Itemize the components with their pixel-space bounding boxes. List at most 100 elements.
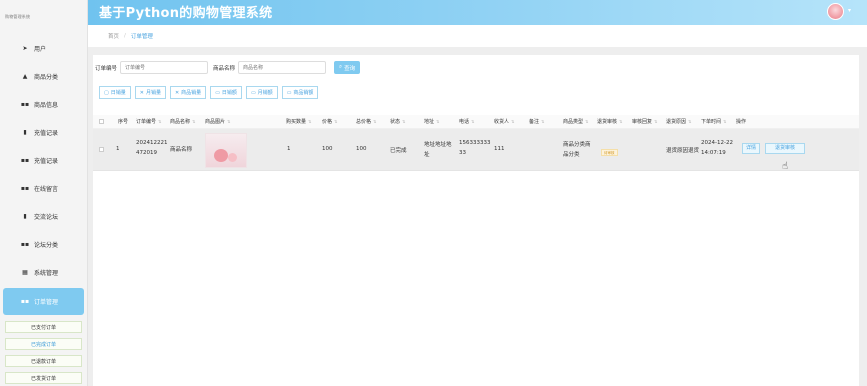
- product-name-input[interactable]: [238, 61, 327, 74]
- sidebar-item-label: 在线留言: [34, 185, 59, 193]
- sidebar-item-system[interactable]: ▦ 系统管理: [0, 258, 87, 286]
- col-quantity[interactable]: 购买数量 ⇅: [286, 115, 311, 129]
- col-product-type[interactable]: 商品类型 ⇅: [563, 115, 588, 129]
- product-sales-button[interactable]: ✕ 商品销量: [169, 86, 207, 99]
- button-label: 月销量: [145, 90, 161, 96]
- submenu-paid-orders[interactable]: 已支付订单: [5, 321, 82, 333]
- sidebar-item-product-category[interactable]: ▲ 商品分类: [0, 62, 87, 90]
- detail-button[interactable]: 详情: [742, 143, 760, 154]
- breadcrumb-current: 订单管理: [130, 34, 153, 40]
- col-status[interactable]: 状态 ⇅: [390, 115, 405, 129]
- button-label: 日销量: [110, 90, 126, 96]
- daily-sales-button[interactable]: ▢ 日销量: [99, 86, 131, 99]
- sidebar-item-forum[interactable]: ▮ 交流论坛: [0, 202, 87, 230]
- col-price[interactable]: 价格 ⇅: [322, 115, 337, 129]
- search-icon: ⌕: [339, 64, 343, 70]
- chevron-down-icon[interactable]: ▾: [848, 7, 851, 14]
- chart-icon: ✕: [174, 89, 180, 96]
- product-revenue-button[interactable]: ▭ 商品销额: [281, 86, 319, 99]
- product-image[interactable]: [205, 133, 247, 168]
- select-all-checkbox[interactable]: [99, 119, 104, 124]
- sidebar-item-label: 商品分类: [34, 73, 59, 81]
- col-label: 商品类型: [563, 119, 584, 125]
- product-image-shape: [228, 153, 237, 162]
- sort-icon: ⇅: [541, 119, 545, 124]
- sidebar-item-label: 商品信息: [34, 101, 59, 109]
- col-return-reason[interactable]: 退货原因 ⇅: [666, 115, 691, 129]
- col-label: 退货审核: [597, 119, 618, 125]
- return-review-button[interactable]: 退货审核: [765, 143, 805, 154]
- sidebar-item-label: 充值记录: [34, 157, 59, 165]
- brand-label: 购物管理系统: [5, 14, 31, 19]
- cell-price: 100: [322, 146, 333, 152]
- statistics-buttons: ▢ 日销量 ✕ 月销量 ✕ 商品销量 ▭ 日销额 ▭ 月销额 ▭ 商品销额: [99, 86, 322, 99]
- monthly-sales-button[interactable]: ✕ 月销量: [134, 86, 166, 99]
- col-phone[interactable]: 电话 ⇅: [459, 115, 474, 129]
- col-label: 退货原因: [666, 119, 687, 125]
- sidebar-item-recharge-records[interactable]: ▮ 充值记录: [0, 118, 87, 146]
- sidebar-item-messages[interactable]: ▪▪ 在线留言: [0, 174, 87, 202]
- query-button[interactable]: ⌕ 查询: [334, 61, 361, 74]
- doc-icon: ▮: [23, 212, 27, 220]
- col-label: 审核回复: [632, 119, 653, 125]
- chart-icon: ✕: [139, 89, 144, 96]
- breadcrumb-separator: /: [124, 33, 126, 39]
- col-product-name[interactable]: 商品名称 ⇅: [170, 115, 195, 129]
- submenu-refunded-orders[interactable]: 已退款订单: [5, 355, 82, 367]
- sidebar-item-recharge-records-2[interactable]: ▪▪ 充值记录: [0, 146, 87, 174]
- col-label: 状态: [390, 119, 401, 125]
- col-receiver[interactable]: 收货人 ⇅: [494, 115, 514, 129]
- avatar[interactable]: [827, 3, 844, 20]
- cell-order-no-cont: 472019: [136, 150, 157, 156]
- sort-icon: ⇅: [654, 119, 658, 124]
- col-label: 订单编号: [136, 119, 157, 125]
- sort-icon: ⇅: [402, 119, 406, 124]
- hand-cursor-icon: ☝: [782, 161, 789, 172]
- sidebar-item-forum-category[interactable]: ▪▪ 论坛分类: [0, 230, 87, 258]
- sidebar-item-users[interactable]: ➤ 用户: [0, 34, 87, 62]
- sort-icon: ⇅: [688, 119, 692, 124]
- col-product-image[interactable]: 商品图片 ⇅: [205, 115, 230, 129]
- cell-order-no: 202412221: [136, 140, 168, 146]
- col-address[interactable]: 地址 ⇅: [424, 115, 439, 129]
- sidebar-item-orders[interactable]: ▪▪ 订单管理: [3, 288, 84, 315]
- sort-icon: ⇅: [334, 119, 338, 124]
- sort-icon: ⇅: [511, 119, 515, 124]
- monthly-revenue-button[interactable]: ▭ 月销额: [245, 86, 278, 99]
- daily-revenue-button[interactable]: ▭ 日销额: [210, 86, 242, 99]
- col-index: 序号: [118, 119, 129, 125]
- orders-table: 序号 订单编号 ⇅ 商品名称 ⇅ 商品图片 ⇅ 购买数量 ⇅ 价格 ⇅ 总价格 ⇅ 状态 ⇅ …: [93, 115, 859, 172]
- col-total[interactable]: 总价格 ⇅: [356, 115, 376, 129]
- sort-icon: ⇅: [373, 119, 377, 124]
- table-row: 1 202412221 472019 商品名称 1 100 100 已完成 地址…: [93, 129, 859, 172]
- search-bar: 订单编号 商品名称 ⌕ 查询: [95, 61, 361, 74]
- col-review-reply[interactable]: 审核回复 ⇅: [632, 115, 657, 129]
- sidebar-item-product-info[interactable]: ▪▪ 商品信息: [0, 90, 87, 118]
- submenu-completed-orders[interactable]: 已完成订单: [5, 338, 82, 350]
- sidebar-item-label: 交流论坛: [34, 213, 59, 221]
- sidebar-item-label: 论坛分类: [34, 241, 59, 249]
- sort-icon: ⇅: [619, 119, 623, 124]
- table-header: 序号 订单编号 ⇅ 商品名称 ⇅ 商品图片 ⇅ 购买数量 ⇅ 价格 ⇅ 总价格 ⇅ 状态 ⇅ …: [93, 115, 859, 129]
- col-label: 商品图片: [205, 119, 226, 125]
- row-checkbox[interactable]: [99, 147, 104, 152]
- col-order-no[interactable]: 订单编号 ⇅: [136, 115, 161, 129]
- cell-product-type-cont: 品分类: [563, 152, 580, 158]
- sort-icon: ⇅: [585, 119, 589, 124]
- col-order-time[interactable]: 下单时间 ⇅: [701, 115, 726, 129]
- product-image-shape: [214, 149, 228, 162]
- col-remark[interactable]: 备注 ⇅: [529, 115, 544, 129]
- col-actions: 操作: [736, 119, 747, 125]
- chart-icon: ▢: [104, 89, 109, 96]
- grid-icon: ▪▪: [20, 298, 30, 305]
- submenu-shipped-orders[interactable]: 已发货订单: [5, 372, 82, 384]
- sidebar-item-label: 用户: [34, 45, 47, 53]
- sort-icon: ⇅: [308, 119, 312, 124]
- order-no-input[interactable]: [120, 61, 209, 74]
- col-return-review[interactable]: 退货审核 ⇅: [597, 115, 622, 129]
- col-label: 电话: [459, 119, 470, 125]
- breadcrumb-home[interactable]: 首页: [108, 32, 119, 40]
- order-no-label: 订单编号: [95, 65, 118, 72]
- settings-grid-icon: ▦: [22, 268, 28, 276]
- cell-phone-cont: 33: [459, 150, 466, 156]
